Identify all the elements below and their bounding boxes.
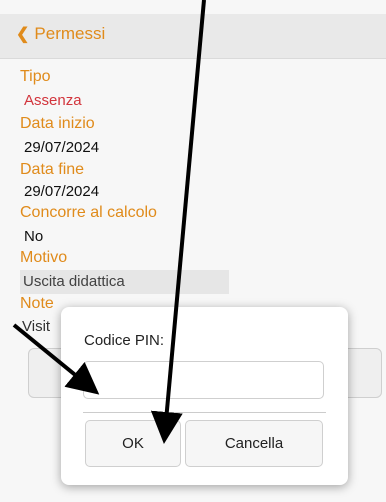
ok-button[interactable]: OK [85, 420, 181, 467]
dialog-divider [83, 412, 326, 413]
pin-dialog: Codice PIN: OK Cancella [61, 307, 348, 485]
pin-input[interactable] [83, 361, 324, 399]
pin-label: Codice PIN: [84, 332, 165, 349]
cancel-button[interactable]: Cancella [185, 420, 323, 467]
